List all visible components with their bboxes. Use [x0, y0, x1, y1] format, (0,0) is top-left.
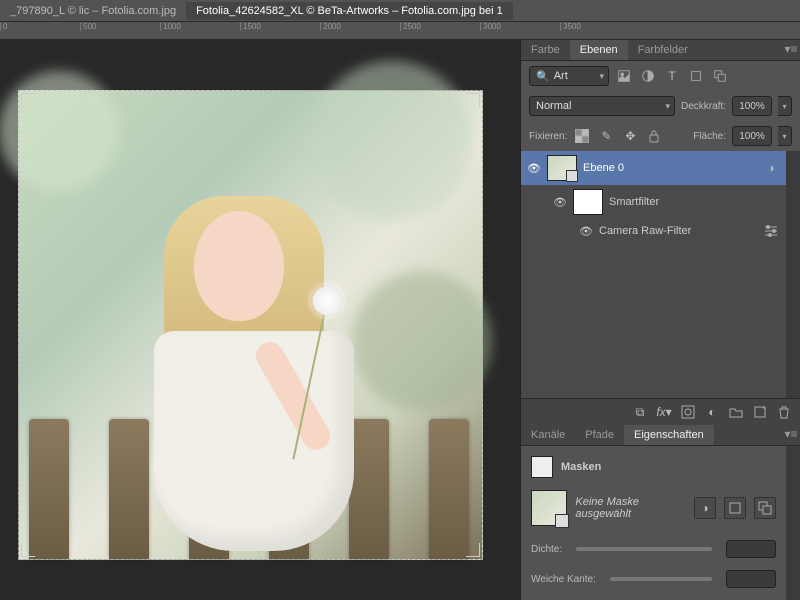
visibility-toggle-icon[interactable]: 👁 [553, 196, 567, 209]
mask-mode-icon[interactable] [531, 456, 553, 478]
fill-stepper[interactable]: ▾ [778, 126, 792, 146]
document-tabs: _797890_L © lic – Fotolia.com.jpg Fotoli… [0, 0, 800, 22]
lock-transparency-icon[interactable] [573, 127, 591, 145]
right-panels: Farbe Ebenen Farbfelder ▾≡ 🔍Art T Normal… [520, 40, 800, 600]
canvas-area[interactable] [0, 40, 520, 600]
tab-pfade[interactable]: Pfade [575, 425, 624, 445]
filter-blend-options-icon[interactable] [762, 222, 780, 240]
filter-row-cameraraw[interactable]: 👁 Camera Raw-Filter [521, 219, 786, 243]
document-tab-2[interactable]: Fotolia_42624582_XL © BeTa-Artworks – Fo… [186, 2, 513, 20]
add-clipping-mask-icon[interactable] [754, 497, 776, 519]
tab-ebenen[interactable]: Ebenen [570, 40, 628, 60]
density-slider[interactable] [576, 547, 712, 551]
layer-style-icon[interactable]: fx▾ [654, 403, 674, 421]
crop-handle-bl[interactable] [21, 543, 35, 557]
opacity-label: Deckkraft: [681, 101, 726, 112]
blend-mode-dropdown[interactable]: Normal [529, 96, 675, 116]
properties-panel-tabs: Kanäle Pfade Eigenschaften ▾≡ [521, 425, 800, 446]
crop-handle-br[interactable] [466, 543, 480, 557]
density-label: Dichte: [531, 544, 562, 555]
layer-row-ebene0[interactable]: 👁 Ebene 0 ◑ [521, 151, 786, 185]
filter-smartobj-icon[interactable] [711, 67, 729, 85]
add-vector-mask-icon[interactable] [724, 497, 746, 519]
fill-label: Fläche: [693, 131, 726, 142]
layers-panel-tabs: Farbe Ebenen Farbfelder ▾≡ [521, 40, 800, 61]
new-group-icon[interactable] [726, 403, 746, 421]
opacity-value[interactable]: 100% [732, 96, 772, 116]
filter-adjust-icon[interactable] [639, 67, 657, 85]
lock-all-icon[interactable] [645, 127, 663, 145]
properties-scrollbar[interactable] [786, 446, 800, 600]
panel-menu-icon[interactable]: ▾≡ [782, 40, 800, 58]
visibility-toggle-icon[interactable]: 👁 [527, 162, 541, 175]
smartfilters-row[interactable]: 👁 Smartfilter [521, 185, 786, 219]
panel-menu-icon[interactable]: ▾≡ [782, 425, 800, 443]
filter-text-icon[interactable]: T [663, 67, 681, 85]
layer-thumbnail[interactable] [547, 155, 577, 181]
document-tab-1[interactable]: _797890_L © lic – Fotolia.com.jpg [0, 2, 186, 20]
crop-handle-tr[interactable] [466, 93, 480, 107]
filter-mask-thumbnail[interactable] [573, 189, 603, 215]
smartfilters-label: Smartfilter [609, 196, 659, 208]
link-layers-icon[interactable]: ⧉ [630, 403, 650, 421]
fill-value[interactable]: 100% [732, 126, 772, 146]
opacity-stepper[interactable]: ▾ [778, 96, 792, 116]
tab-eigenschaften[interactable]: Eigenschaften [624, 425, 714, 445]
new-adjustment-icon[interactable]: ◐ [702, 403, 722, 421]
visibility-toggle-icon[interactable]: 👁 [579, 225, 593, 238]
document-canvas[interactable] [18, 90, 483, 560]
crop-handle-tl[interactable] [21, 93, 35, 107]
layer-name[interactable]: Ebene 0 [583, 162, 624, 174]
layer-list[interactable]: 👁 Ebene 0 ◑ 👁 Smartfilter 👁 Camera Raw-F… [521, 151, 786, 398]
tab-farbfelder[interactable]: Farbfelder [628, 40, 698, 60]
no-mask-message: Keine Maske ausgewählt [575, 496, 686, 520]
properties-heading: Masken [561, 461, 601, 473]
delete-layer-icon[interactable] [774, 403, 794, 421]
selected-layer-thumbnail [531, 490, 567, 526]
layers-scrollbar[interactable] [786, 151, 800, 398]
layers-footer: ⧉ fx▾ ◐ [521, 398, 800, 425]
filter-image-icon[interactable] [615, 67, 633, 85]
properties-panel-body: Masken Keine Maske ausgewählt ◑ Dichte: … [521, 446, 786, 600]
feather-label: Weiche Kante: [531, 574, 596, 585]
tab-kanale[interactable]: Kanäle [521, 425, 575, 445]
tab-farbe[interactable]: Farbe [521, 40, 570, 60]
lock-label: Fixieren: [529, 131, 567, 142]
feather-value[interactable] [726, 570, 776, 588]
feather-slider[interactable] [610, 577, 712, 581]
horizontal-ruler: 0 500 1000 1500 2000 2500 3000 3500 [0, 22, 800, 40]
add-pixel-mask-icon[interactable]: ◑ [694, 497, 716, 519]
add-mask-icon[interactable] [678, 403, 698, 421]
lock-position-icon[interactable]: ✥ [621, 127, 639, 145]
filter-name: Camera Raw-Filter [599, 225, 691, 237]
image-subject [139, 181, 359, 561]
smartobject-badge-icon: ◑ [762, 159, 780, 177]
filter-shape-icon[interactable] [687, 67, 705, 85]
new-layer-icon[interactable] [750, 403, 770, 421]
lock-paint-icon[interactable]: ✎ [597, 127, 615, 145]
layer-filter-dropdown[interactable]: 🔍Art [529, 66, 609, 86]
density-value[interactable] [726, 540, 776, 558]
